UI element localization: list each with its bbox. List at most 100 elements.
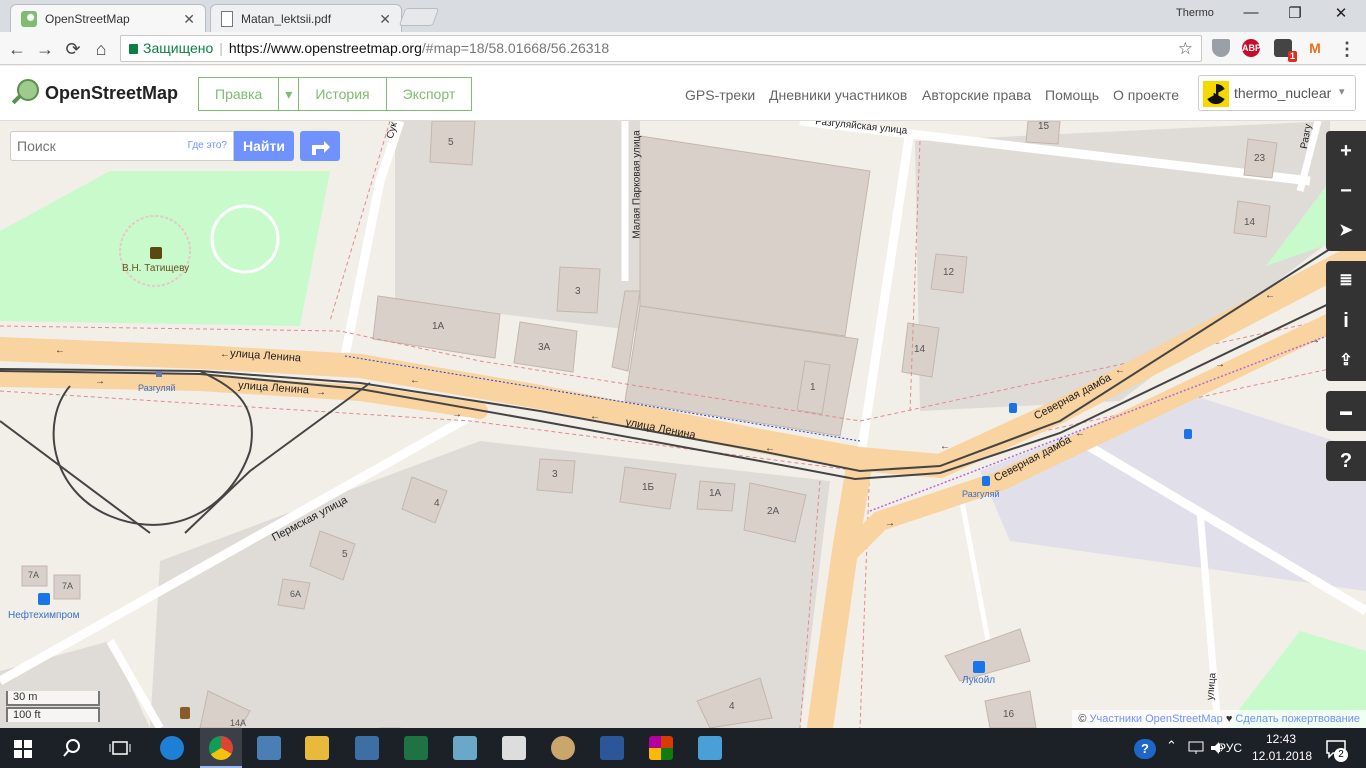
scale-metric: 30 m: [6, 691, 100, 706]
house-number: 12: [943, 267, 955, 278]
nav-gps-traces[interactable]: GPS-треки: [685, 87, 755, 103]
new-tab-button[interactable]: [398, 8, 440, 26]
locate-button[interactable]: ➤: [1326, 211, 1366, 251]
nav-help[interactable]: Помощь: [1045, 87, 1099, 103]
history-button[interactable]: История: [299, 78, 387, 110]
back-button[interactable]: ←: [6, 38, 28, 60]
nav-user-diaries[interactable]: Дневники участников: [769, 87, 907, 103]
map-view[interactable]: ← → ← → ← → ← ← ← ← ← ← → → → В.Н. Татищеву улица …: [0, 121, 1366, 728]
edit-button[interactable]: Правка: [199, 78, 280, 110]
zoom-in-button[interactable]: +: [1326, 131, 1366, 171]
bus-stop-icon[interactable]: [1184, 429, 1192, 439]
donate-link[interactable]: Сделать пожертвование: [1235, 713, 1360, 725]
note-button[interactable]: ▬: [1326, 391, 1366, 431]
forward-button[interactable]: →: [34, 38, 56, 60]
app-icon[interactable]: [453, 736, 477, 760]
app-icon[interactable]: [355, 736, 379, 760]
notification-icon[interactable]: 1: [1274, 39, 1297, 62]
chevron-up-icon[interactable]: ⌃: [1166, 738, 1177, 754]
bookmark-star-icon[interactable]: ☆: [1178, 36, 1193, 61]
close-tab-icon[interactable]: ✕: [183, 11, 195, 28]
bus-stop-icon[interactable]: [1009, 403, 1017, 413]
help-button[interactable]: ?: [1326, 441, 1366, 481]
user-menu[interactable]: thermo_nuclear ▾: [1198, 75, 1356, 111]
nav-copyright[interactable]: Авторские права: [922, 87, 1031, 103]
search-submit-button[interactable]: Найти: [234, 131, 294, 161]
python-icon[interactable]: [257, 736, 281, 760]
contributors-link[interactable]: Участники OpenStreetMap: [1089, 713, 1222, 725]
windows-start-icon[interactable]: [14, 740, 32, 758]
osm-favicon-icon: [21, 10, 37, 27]
edit-dropdown-button[interactable]: ▾: [279, 78, 300, 110]
copyright-symbol: ©: [1078, 713, 1087, 725]
notification-count: 1: [1287, 51, 1297, 62]
bus-stop-icon[interactable]: [982, 476, 990, 486]
info-button[interactable]: i: [1326, 301, 1366, 341]
home-button[interactable]: ⌂: [90, 38, 112, 60]
shield-icon[interactable]: [1212, 39, 1230, 57]
svg-text:→: →: [885, 518, 895, 529]
edge-icon[interactable]: [160, 736, 184, 760]
lock-icon: [129, 44, 138, 54]
map-app-icon[interactable]: [698, 736, 722, 760]
svg-text:←: ←: [410, 375, 420, 386]
where-is-this-link[interactable]: Где это?: [188, 140, 227, 151]
url-path: /#map=18/58.01668/56.26318: [421, 40, 610, 56]
share-button[interactable]: ⇪: [1326, 341, 1366, 381]
close-tab-icon[interactable]: ✕: [379, 11, 391, 28]
osm-logo-icon[interactable]: [10, 78, 42, 110]
file-explorer-icon[interactable]: [305, 736, 329, 760]
zoom-out-button[interactable]: −: [1326, 171, 1366, 211]
browser-tab-strip: OpenStreetMap ✕ Matan_lektsii.pdf ✕ Ther…: [0, 0, 1366, 32]
help-tray-icon[interactable]: ?: [1134, 739, 1156, 759]
app-icon[interactable]: [649, 736, 673, 760]
network-icon[interactable]: [1188, 741, 1204, 755]
osm-logo-text[interactable]: OpenStreetMap: [45, 83, 178, 104]
nav-about[interactable]: О проекте: [1113, 87, 1179, 103]
fuel-icon[interactable]: [38, 593, 50, 605]
house-number: 3А: [538, 342, 551, 353]
osm-header: OpenStreetMap Правка ▾ История Экспорт G…: [0, 66, 1366, 121]
house-number: 1А: [432, 321, 445, 332]
tab-matan-pdf[interactable]: Matan_lektsii.pdf ✕: [210, 4, 402, 32]
close-window-button[interactable]: ✕: [1318, 4, 1364, 26]
house-number: 2А: [767, 506, 780, 517]
input-language[interactable]: РУС: [1218, 741, 1242, 755]
reload-button[interactable]: ⟳: [62, 38, 84, 60]
excel-icon[interactable]: [404, 736, 428, 760]
chevron-down-icon: ▾: [1339, 86, 1345, 98]
restore-button[interactable]: ❐: [1272, 4, 1318, 26]
clock-time[interactable]: 12:43: [1266, 732, 1296, 746]
directions-icon: [312, 141, 330, 155]
document-icon: [221, 10, 233, 27]
house-number: 5: [448, 137, 454, 148]
tab-openstreetmap[interactable]: OpenStreetMap ✕: [10, 4, 206, 32]
clock-date[interactable]: 12.01.2018: [1252, 749, 1312, 763]
monument-icon[interactable]: [150, 247, 162, 259]
profile-name[interactable]: Thermo: [1176, 7, 1214, 19]
paint-icon[interactable]: [551, 736, 575, 760]
gmail-icon[interactable]: M: [1306, 39, 1324, 57]
fuel-icon[interactable]: [973, 661, 985, 673]
layers-button[interactable]: ≣: [1326, 261, 1366, 301]
house-number: 4: [729, 701, 735, 712]
tab-title: Matan_lektsii.pdf: [241, 11, 332, 26]
secure-label: Защищено: [143, 40, 214, 56]
svg-text:←: ←: [1075, 428, 1085, 439]
chrome-taskbar-active[interactable]: [200, 728, 242, 768]
cafe-icon[interactable]: [180, 707, 190, 719]
directions-button[interactable]: [300, 131, 340, 161]
map-canvas[interactable]: ← → ← → ← → ← ← ← ← ← ← → → →: [0, 121, 1366, 728]
address-bar[interactable]: Защищено | https://www.openstreetmap.org/#…: [120, 35, 1202, 62]
browser-menu-icon[interactable]: ⋮: [1336, 38, 1358, 60]
minimize-button[interactable]: —: [1228, 4, 1274, 26]
svg-text:→: →: [1310, 335, 1320, 346]
adblock-icon[interactable]: ABP: [1242, 39, 1261, 57]
word-icon[interactable]: [600, 736, 624, 760]
abbyy-icon[interactable]: [502, 736, 526, 760]
tram-stop-icon[interactable]: [156, 371, 162, 377]
task-view-icon[interactable]: [109, 740, 131, 756]
export-button[interactable]: Экспорт: [387, 78, 472, 110]
search-input[interactable]: [11, 132, 181, 160]
search-icon[interactable]: [63, 739, 81, 757]
